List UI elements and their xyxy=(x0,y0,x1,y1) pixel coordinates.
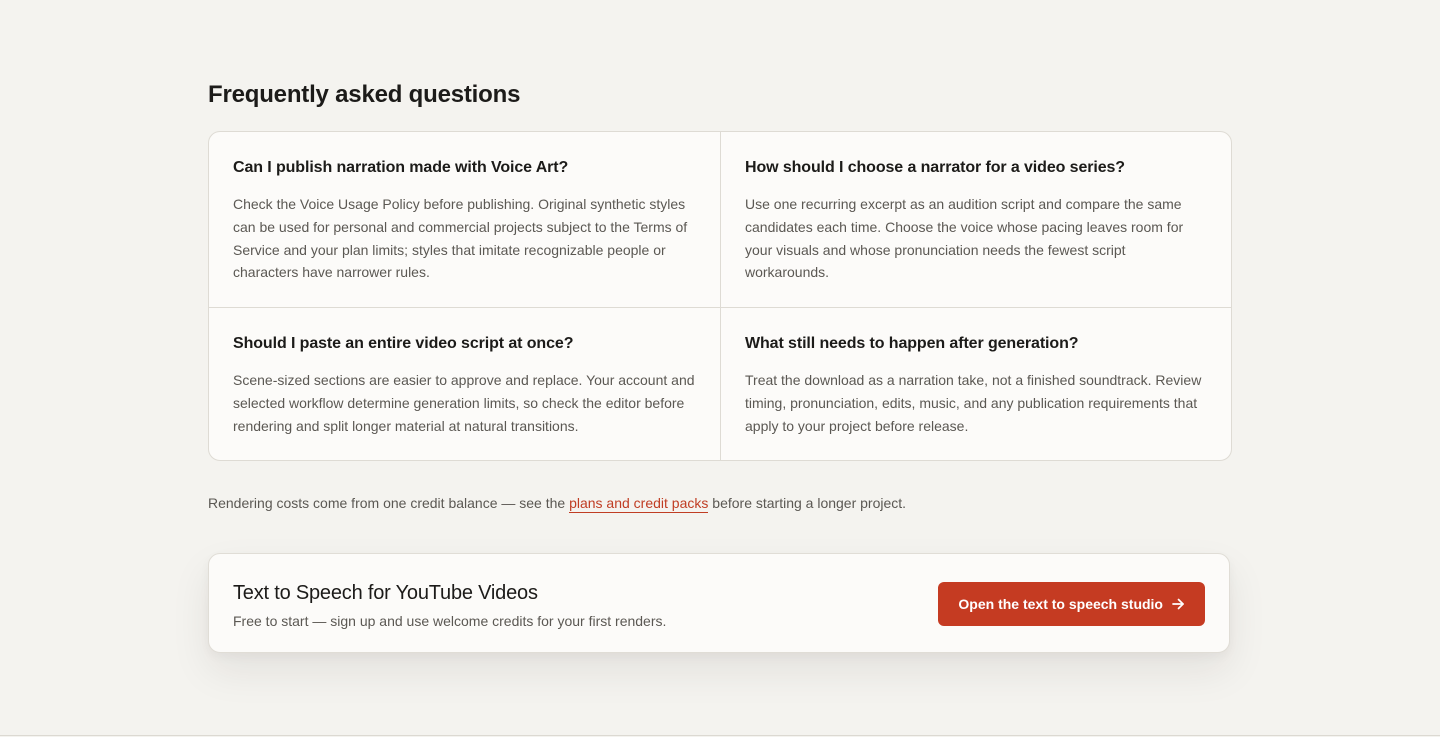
faq-item: How should I choose a narrator for a vid… xyxy=(721,132,1231,308)
credit-note: Rendering costs come from one credit bal… xyxy=(208,493,906,513)
faq-grid: Can I publish narration made with Voice … xyxy=(208,131,1232,461)
faq-question: Should I paste an entire video script at… xyxy=(233,335,574,352)
faq-heading: Frequently asked questions xyxy=(208,81,521,108)
faq-item: Can I publish narration made with Voice … xyxy=(209,132,721,308)
faq-item: Should I paste an entire video script at… xyxy=(209,308,721,460)
arrow-right-icon xyxy=(1172,598,1184,610)
faq-question: What still needs to happen after generat… xyxy=(745,335,1079,352)
faq-answer: Check the Voice Usage Policy before publ… xyxy=(233,196,688,281)
credit-note-before: Rendering costs come from one credit bal… xyxy=(208,495,570,511)
cta-card: Text to Speech for YouTube Videos Free t… xyxy=(208,553,1230,653)
open-studio-button[interactable]: Open the text to speech studio xyxy=(938,582,1205,626)
cta-subtitle: Free to start — sign up and use welcome … xyxy=(233,613,667,629)
faq-question: How should I choose a narrator for a vid… xyxy=(745,159,1125,176)
faq-answer: Scene-sized sections are easier to appro… xyxy=(233,372,695,434)
faq-question: Can I publish narration made with Voice … xyxy=(233,159,569,176)
faq-answer: Treat the download as a narration take, … xyxy=(745,372,1202,434)
footer-divider xyxy=(0,735,1440,736)
cta-title: Text to Speech for YouTube Videos xyxy=(233,582,538,604)
faq-answer: Use one recurring excerpt as an audition… xyxy=(745,196,1184,281)
plans-link[interactable]: plans and credit packs xyxy=(569,495,709,513)
credit-note-after: before starting a longer project. xyxy=(708,495,907,511)
open-studio-button-label: Open the text to speech studio xyxy=(958,596,1163,612)
faq-item: What still needs to happen after generat… xyxy=(721,308,1231,460)
